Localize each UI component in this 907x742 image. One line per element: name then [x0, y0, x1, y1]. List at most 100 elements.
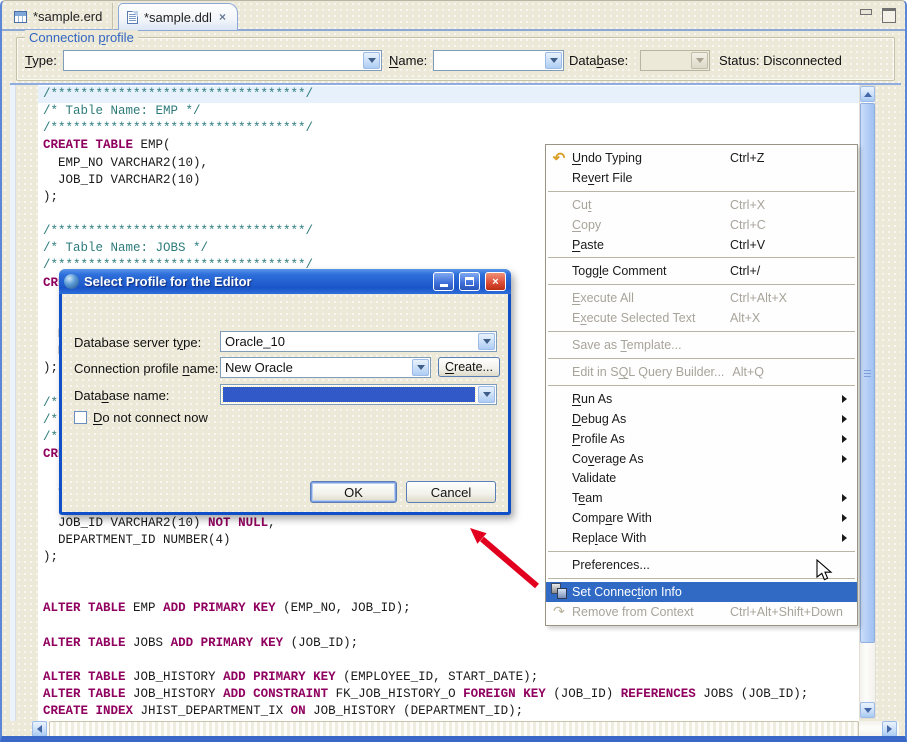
set-connection-info-icon — [546, 583, 572, 600]
menu-item-copy[interactable]: CopyCtrl+C — [546, 215, 857, 235]
menu-item-execute-all[interactable]: Execute AllCtrl+Alt+X — [546, 288, 857, 308]
tab--sample-ddl[interactable]: *sample.ddl× — [118, 3, 238, 30]
menu-item-replace-with[interactable]: Replace With — [546, 528, 857, 548]
create-button[interactable]: Create... — [438, 357, 500, 377]
menu-item-label: Copy — [572, 218, 730, 232]
status-text: Status: Disconnected — [719, 53, 842, 68]
menu-item-debug-as[interactable]: Debug As — [546, 409, 857, 429]
menu-item-save-as-template-[interactable]: Save as Template... — [546, 335, 857, 355]
code-line: ALTER TABLE JOB_HISTORY ADD CONSTRAINT F… — [38, 686, 859, 703]
menu-item-coverage-as[interactable]: Coverage As — [546, 449, 857, 469]
menu-item-label: Paste — [572, 238, 730, 252]
dialog-close-icon[interactable]: × — [485, 272, 506, 291]
horizontal-scrollbar[interactable] — [32, 721, 899, 738]
code-line: ALTER TABLE JOBS ADD PRIMARY KEY (JOB_ID… — [38, 635, 859, 652]
server-type-combo[interactable]: Oracle_10 — [220, 331, 497, 352]
menu-separator — [548, 257, 855, 258]
database-name-label: Database name: — [74, 388, 169, 403]
maximize-view-icon[interactable] — [881, 8, 895, 20]
menu-item-paste[interactable]: PasteCtrl+V — [546, 235, 857, 255]
dialog-minimize-icon[interactable] — [433, 272, 454, 291]
profile-name-value: New Oracle — [221, 358, 411, 377]
name-label: Name: — [389, 53, 427, 68]
ok-button[interactable]: OK — [310, 481, 397, 503]
profile-name-combo[interactable]: New Oracle — [220, 357, 431, 378]
do-not-connect-label[interactable]: Do not connect now — [93, 410, 208, 425]
menu-item-validate[interactable]: Validate — [546, 468, 857, 488]
menu-item-label: Validate — [572, 471, 730, 485]
scroll-right-icon[interactable] — [882, 721, 897, 737]
menu-item-undo-typing[interactable]: ↶Undo TypingCtrl+Z — [546, 148, 857, 168]
vertical-scrollbar-thumb[interactable] — [860, 103, 875, 643]
name-combo-arrow-icon[interactable] — [545, 52, 562, 69]
name-combo[interactable] — [433, 50, 564, 71]
menu-item-preferences-[interactable]: Preferences... — [546, 555, 857, 575]
menu-item-label: Team — [572, 491, 730, 505]
type-combo-arrow-icon[interactable] — [363, 52, 380, 69]
menu-item-team[interactable]: Team — [546, 488, 857, 508]
server-type-combo-arrow-icon[interactable] — [478, 333, 495, 350]
tab-close-icon[interactable]: × — [218, 10, 227, 24]
menu-item-edit-in-sql-query-builder-[interactable]: Edit in SQL Query Builder...Alt+Q — [546, 362, 857, 382]
menu-item-revert-file[interactable]: Revert File — [546, 168, 857, 188]
menu-item-label: Execute Selected Text — [572, 311, 730, 325]
menu-item-label: Remove from Context — [572, 605, 730, 619]
type-label: Type: — [25, 53, 57, 68]
type-combo-value — [64, 51, 362, 70]
menu-item-shortcut: Alt+X — [730, 311, 760, 325]
erd-table-icon — [14, 11, 27, 23]
menu-item-shortcut: Ctrl+/ — [730, 264, 760, 278]
menu-item-shortcut: Alt+Q — [732, 365, 764, 379]
dialog-titlebar[interactable]: Select Profile for the Editor × — [59, 269, 511, 294]
menu-item-shortcut: Ctrl+Alt+X — [730, 291, 787, 305]
minimize-view-icon[interactable] — [859, 8, 873, 20]
menu-item-cut[interactable]: CutCtrl+X — [546, 195, 857, 215]
database-combo-arrow-icon — [691, 52, 708, 69]
code-line — [38, 652, 859, 669]
code-line: /* Table Name: EMP */ — [38, 103, 859, 120]
database-name-combo[interactable] — [220, 384, 497, 405]
menu-item-run-as[interactable]: Run As — [546, 389, 857, 409]
menu-item-label: Coverage As — [572, 452, 730, 466]
menu-item-shortcut: Ctrl+Z — [730, 151, 764, 165]
menu-item-profile-as[interactable]: Profile As — [546, 429, 857, 449]
menu-item-shortcut: Ctrl+X — [730, 198, 765, 212]
overview-ruler[interactable] — [877, 85, 901, 738]
menu-item-set-connection-info[interactable]: Set Connection Info — [546, 582, 857, 602]
connection-profile-group: Connection profile Type: Name: Database:… — [16, 37, 895, 81]
menu-item-label: Replace With — [572, 531, 730, 545]
scroll-down-icon[interactable] — [860, 702, 875, 718]
type-combo[interactable] — [63, 50, 382, 71]
menu-item-remove-from-context[interactable]: ↷Remove from ContextCtrl+Alt+Shift+Down — [546, 602, 857, 622]
menu-item-label: Preferences... — [572, 558, 730, 572]
menu-item-toggle-comment[interactable]: Toggle CommentCtrl+/ — [546, 261, 857, 281]
menu-item-compare-with[interactable]: Compare With — [546, 508, 857, 528]
tab--sample-erd[interactable]: *sample.erd — [6, 3, 113, 30]
profile-name-combo-arrow-icon[interactable] — [412, 359, 429, 376]
menu-item-label: Set Connection Info — [572, 585, 730, 599]
menu-item-label: Execute All — [572, 291, 730, 305]
annotation-ruler[interactable] — [10, 85, 16, 721]
marker-gutter[interactable] — [17, 85, 38, 721]
database-label: Database: — [569, 53, 628, 68]
do-not-connect-checkbox[interactable] — [74, 411, 87, 424]
database-name-combo-arrow-icon[interactable] — [478, 386, 495, 403]
menu-item-label: Undo Typing — [572, 151, 730, 165]
database-name-value — [223, 387, 475, 402]
vertical-scrollbar[interactable] — [859, 85, 876, 719]
ddl-editor-window: *sample.erd*sample.ddl× Connection profi… — [0, 0, 907, 742]
view-window-buttons — [859, 8, 895, 20]
scroll-up-icon[interactable] — [860, 86, 875, 102]
scroll-left-icon[interactable] — [32, 721, 47, 737]
menu-separator — [548, 578, 855, 579]
menu-item-shortcut: Ctrl+Alt+Shift+Down — [730, 605, 843, 619]
menu-separator — [548, 284, 855, 285]
code-line: /**********************************/ — [38, 86, 859, 103]
dialog-maximize-icon[interactable] — [459, 272, 480, 291]
horizontal-scrollbar-thumb[interactable] — [49, 721, 859, 737]
submenu-arrow-icon — [842, 395, 851, 403]
name-combo-value — [434, 51, 544, 70]
menu-item-execute-selected-text[interactable]: Execute Selected TextAlt+X — [546, 308, 857, 328]
cancel-button[interactable]: Cancel — [406, 481, 496, 503]
dialog-app-icon — [64, 274, 79, 289]
